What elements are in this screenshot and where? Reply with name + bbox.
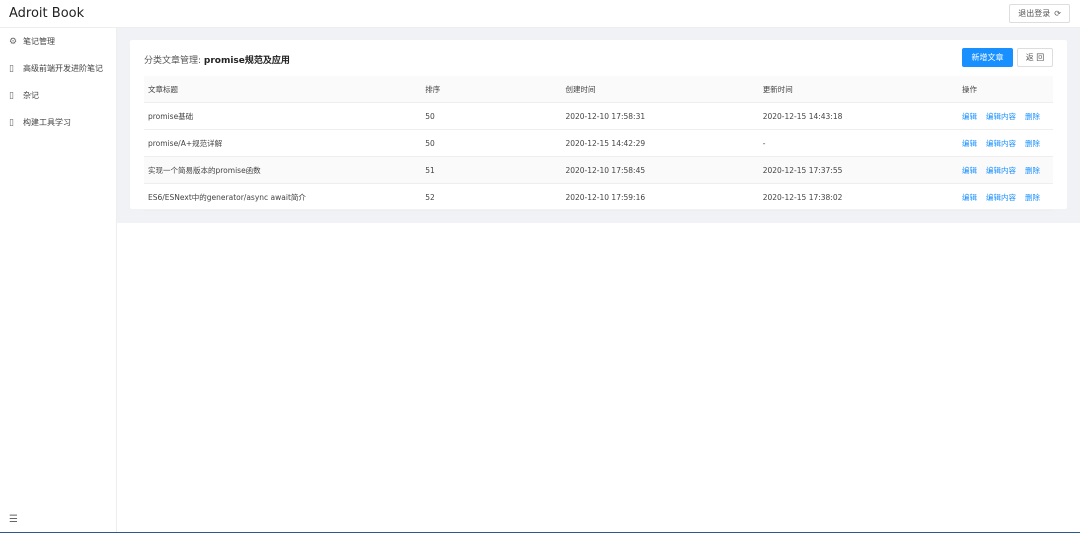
delete-link[interactable]: 删除 (1025, 139, 1040, 148)
file-icon: ▯ (9, 117, 14, 128)
column-header-order: 排序 (421, 76, 562, 103)
cell-actions: 编辑 编辑内容 删除 (958, 102, 1053, 130)
cell-order: 51 (421, 156, 562, 184)
edit-link[interactable]: 编辑 (962, 139, 977, 148)
table-header-row: 文章标题 排序 创建时间 更新时间 操作 (144, 76, 1053, 103)
article-table: 文章标题 排序 创建时间 更新时间 操作 promise基础 50 2020-1… (144, 76, 1053, 211)
logout-icon: ⟳ (1054, 9, 1061, 18)
back-button[interactable]: 返 回 (1017, 48, 1053, 67)
sidebar-item-advanced-frontend[interactable]: ▯ 高级前端开发进阶笔记 (0, 55, 116, 82)
cell-order: 50 (421, 102, 562, 130)
gear-icon: ⚙ (9, 36, 18, 47)
cell-title: ES6/ESNext中的generator/async await简介 (144, 183, 422, 211)
cell-created: 2020-12-15 14:42:29 (561, 129, 759, 157)
cell-updated: 2020-12-15 17:38:02 (758, 183, 958, 211)
sidebar-item-label: 杂记 (23, 91, 39, 100)
cell-updated: - (758, 129, 958, 157)
article-card: 分类文章管理: promise规范及应用 新增文章 返 回 文章标题 排序 创建… (130, 40, 1067, 211)
sidebar-item-label: 笔记管理 (23, 37, 55, 46)
cell-order: 50 (421, 129, 562, 157)
sidebar-item-build-tools[interactable]: ▯ 构建工具学习 (0, 109, 116, 136)
main-content: 分类文章管理: promise规范及应用 新增文章 返 回 文章标题 排序 创建… (117, 28, 1080, 223)
delete-link[interactable]: 删除 (1025, 166, 1040, 175)
cell-created: 2020-12-10 17:58:45 (561, 156, 759, 184)
cell-title: promise基础 (144, 102, 422, 130)
cell-actions: 编辑 编辑内容 删除 (958, 129, 1053, 157)
cell-order: 52 (421, 183, 562, 211)
cell-updated: 2020-12-15 14:43:18 (758, 102, 958, 130)
column-header-actions: 操作 (958, 76, 1053, 103)
edit-content-link[interactable]: 编辑内容 (986, 112, 1016, 121)
table-row: promise基础 50 2020-12-10 17:58:31 2020-12… (144, 102, 1053, 130)
sidebar-item-label: 构建工具学习 (23, 118, 71, 127)
sidebar-item-misc[interactable]: ▯ 杂记 (0, 82, 116, 109)
cell-title: promise/A+规范详解 (144, 129, 422, 157)
menu-fold-icon[interactable]: ☰ (9, 514, 18, 525)
sidebar: ⚙ 笔记管理 ▯ 高级前端开发进阶笔记 ▯ 杂记 ▯ 构建工具学习 ☰ (0, 28, 117, 533)
edit-link[interactable]: 编辑 (962, 112, 977, 121)
column-header-created: 创建时间 (561, 76, 759, 103)
title-prefix: 分类文章管理: (144, 56, 204, 66)
delete-link[interactable]: 删除 (1025, 193, 1040, 202)
edit-link[interactable]: 编辑 (962, 166, 977, 175)
cell-actions: 编辑 编辑内容 删除 (958, 183, 1053, 211)
delete-link[interactable]: 删除 (1025, 112, 1040, 121)
file-icon: ▯ (9, 63, 14, 74)
cell-updated: 2020-12-15 17:37:55 (758, 156, 958, 184)
file-icon: ▯ (9, 90, 14, 101)
edit-content-link[interactable]: 编辑内容 (986, 193, 1016, 202)
new-article-button[interactable]: 新增文章 (962, 48, 1013, 67)
logout-button[interactable]: 退出登录 ⟳ (1009, 4, 1070, 23)
cell-created: 2020-12-10 17:59:16 (561, 183, 759, 211)
top-header: Adroit Book 退出登录 ⟳ (0, 0, 1080, 28)
cell-title: 实现一个简易版本的promise函数 (144, 156, 422, 184)
title-category: promise规范及应用 (203, 56, 290, 66)
table-row: promise/A+规范详解 50 2020-12-15 14:42:29 - … (144, 129, 1053, 157)
table-row: ES6/ESNext中的generator/async await简介 52 2… (144, 183, 1053, 211)
column-header-updated: 更新时间 (758, 76, 958, 103)
edit-content-link[interactable]: 编辑内容 (986, 139, 1016, 148)
column-header-title: 文章标题 (144, 76, 422, 103)
table-row: 实现一个简易版本的promise函数 51 2020-12-10 17:58:4… (144, 156, 1053, 184)
edit-content-link[interactable]: 编辑内容 (986, 166, 1016, 175)
edit-link[interactable]: 编辑 (962, 193, 977, 202)
cell-created: 2020-12-10 17:58:31 (561, 102, 759, 130)
page-title: 分类文章管理: promise规范及应用 (144, 53, 290, 66)
cell-actions: 编辑 编辑内容 删除 (958, 156, 1053, 184)
sidebar-item-notes-management[interactable]: ⚙ 笔记管理 (0, 28, 116, 55)
sidebar-item-label: 高级前端开发进阶笔记 (23, 64, 103, 73)
logout-label: 退出登录 (1018, 9, 1051, 18)
app-title: Adroit Book (9, 6, 85, 21)
